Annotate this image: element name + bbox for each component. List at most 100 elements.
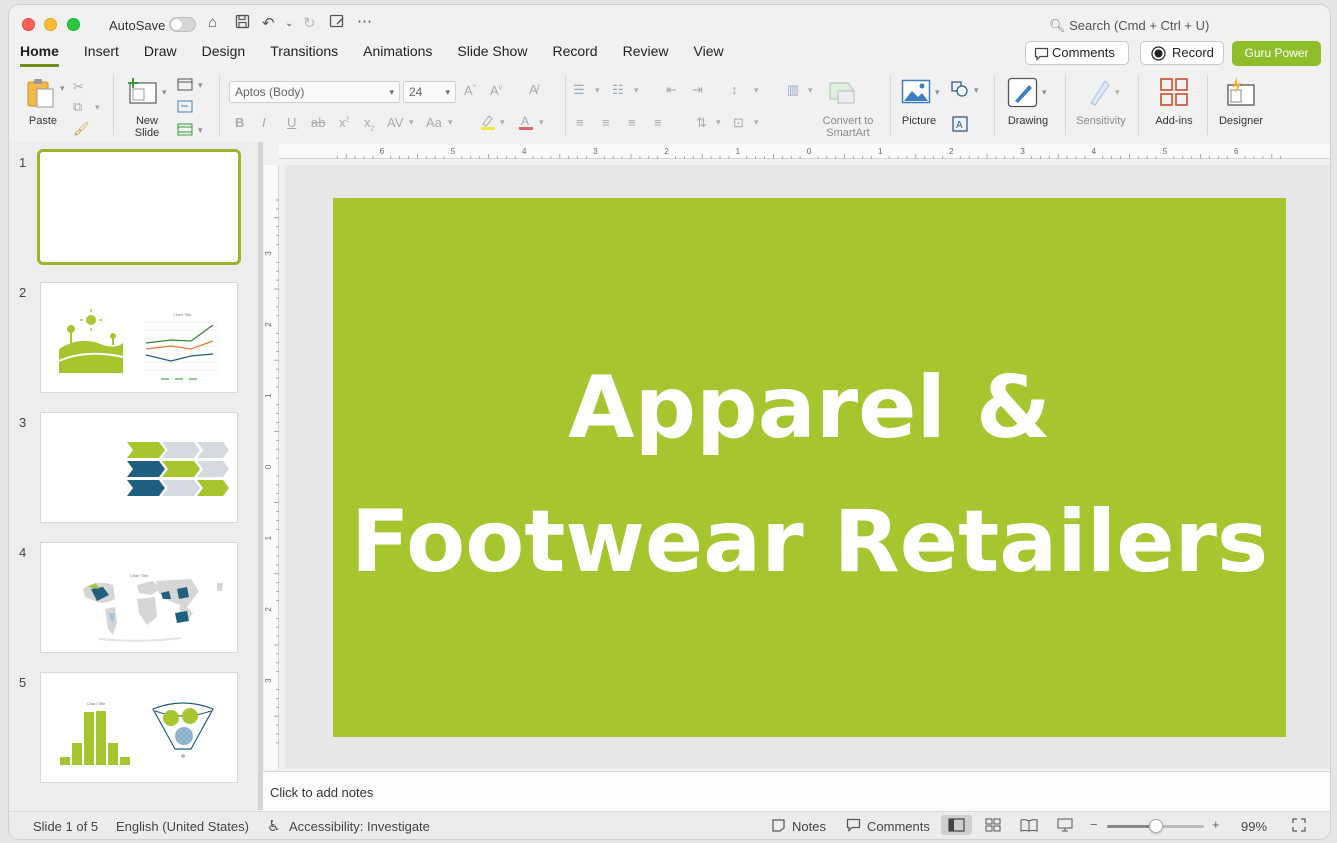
undo-dropdown-icon[interactable]: ⌄: [285, 18, 293, 29]
comment-icon[interactable]: [846, 818, 861, 835]
decrease-indent-icon[interactable]: ⇤: [666, 82, 677, 98]
align-text-icon[interactable]: ⊡: [733, 115, 744, 131]
tab-transitions[interactable]: Transitions: [270, 43, 338, 67]
font-size-combo[interactable]: 24 ▾: [403, 81, 456, 103]
tab-review[interactable]: Review: [623, 43, 669, 67]
tab-draw[interactable]: Draw: [144, 43, 177, 67]
bullets-dropdown-icon[interactable]: ▾: [595, 85, 600, 96]
tab-record[interactable]: Record: [552, 43, 597, 67]
picture-dropdown-icon[interactable]: ▾: [935, 87, 940, 98]
align-right-icon[interactable]: ≡: [628, 115, 636, 130]
accessibility-icon[interactable]: ♿︎: [267, 817, 280, 835]
drawing-dropdown-icon[interactable]: ▾: [1042, 87, 1047, 98]
align-left-icon[interactable]: ≡: [576, 115, 584, 130]
picture-button[interactable]: Picture: [899, 77, 943, 129]
tab-view[interactable]: View: [694, 43, 724, 67]
paste-button[interactable]: Paste: [23, 77, 63, 129]
increase-font-icon[interactable]: A^: [464, 83, 476, 98]
align-center-icon[interactable]: ≡: [602, 115, 610, 130]
bullets-icon[interactable]: ☰: [573, 82, 585, 98]
normal-view-button[interactable]: [941, 815, 972, 835]
bold-icon[interactable]: B: [235, 115, 244, 130]
tab-home[interactable]: Home: [20, 43, 59, 67]
font-color-dropdown-icon[interactable]: ▾: [539, 117, 544, 128]
minimize-window-button[interactable]: [44, 18, 57, 31]
accessibility-status[interactable]: Accessibility: Investigate: [289, 819, 430, 834]
text-direction-dropdown-icon[interactable]: ▾: [716, 117, 721, 128]
layout-icon[interactable]: [177, 78, 193, 94]
columns-dropdown-icon[interactable]: ▾: [808, 85, 813, 96]
justify-icon[interactable]: ≡: [654, 115, 662, 130]
more-options-icon[interactable]: ⋯: [357, 12, 372, 30]
paste-dropdown-icon[interactable]: ▾: [60, 83, 65, 94]
slideshow-icon[interactable]: [1057, 818, 1073, 835]
cut-icon[interactable]: ✂: [73, 79, 84, 95]
slide-title[interactable]: Apparel & Footwear Retailers: [333, 341, 1286, 609]
align-text-dropdown-icon[interactable]: ▾: [754, 117, 759, 128]
decrease-font-icon[interactable]: Av: [490, 83, 502, 98]
reading-view-icon[interactable]: [1020, 818, 1038, 835]
slide-thumbnail-2[interactable]: Chart Title: [40, 282, 238, 393]
reset-icon[interactable]: [177, 100, 193, 116]
zoom-slider-thumb[interactable]: [1148, 819, 1163, 833]
line-spacing-dropdown-icon[interactable]: ▾: [754, 85, 759, 96]
slide-thumbnail-3[interactable]: [40, 412, 238, 523]
sensitivity-dropdown-icon[interactable]: ▾: [1115, 87, 1120, 98]
copy-icon[interactable]: ⧉: [73, 99, 82, 115]
comments-toggle[interactable]: Comments: [867, 819, 930, 834]
strikethrough-icon[interactable]: ab: [311, 115, 325, 130]
slide-thumbnail-1[interactable]: [37, 149, 241, 265]
numbering-icon[interactable]: ☷: [612, 82, 624, 98]
comments-button[interactable]: Comments: [1025, 41, 1129, 65]
text-box-icon[interactable]: A: [952, 116, 968, 135]
zoom-window-button[interactable]: [67, 18, 80, 31]
autosave-toggle[interactable]: [169, 17, 196, 32]
current-slide[interactable]: Apparel & Footwear Retailers: [333, 198, 1286, 737]
columns-icon[interactable]: ▥: [787, 82, 799, 98]
save-icon[interactable]: [235, 14, 250, 33]
highlight-icon[interactable]: [479, 113, 497, 134]
subscript-icon[interactable]: x2: [364, 115, 374, 133]
notes-toggle[interactable]: Notes: [792, 819, 826, 834]
italic-icon[interactable]: I: [262, 115, 266, 130]
underline-icon[interactable]: U: [287, 115, 296, 130]
tab-insert[interactable]: Insert: [84, 43, 119, 67]
character-spacing-icon[interactable]: AV: [387, 115, 403, 130]
home-icon[interactable]: ⌂: [208, 14, 217, 31]
notes-icon[interactable]: [771, 818, 786, 836]
convert-smartart-button[interactable]: Convert to SmartArt: [814, 77, 882, 139]
slide-sorter-icon[interactable]: [985, 818, 1001, 835]
present-icon[interactable]: [329, 14, 345, 33]
language-status[interactable]: English (United States): [116, 819, 249, 834]
line-spacing-icon[interactable]: ↕: [731, 82, 738, 97]
redo-icon[interactable]: ↻: [303, 14, 316, 32]
zoom-in-icon[interactable]: +: [1212, 817, 1220, 832]
record-button[interactable]: Record: [1140, 41, 1224, 65]
spacing-dropdown-icon[interactable]: ▾: [409, 117, 414, 128]
tab-slide-show[interactable]: Slide Show: [457, 43, 527, 67]
add-ins-button[interactable]: Add-ins: [1149, 77, 1199, 129]
fit-to-window-icon[interactable]: [1292, 818, 1306, 835]
zoom-out-icon[interactable]: −: [1090, 817, 1098, 832]
sensitivity-button[interactable]: Sensitivity: [1071, 77, 1131, 129]
search-box[interactable]: 🔍︎ Search (Cmd + Ctrl + U): [1049, 18, 1209, 34]
font-name-combo[interactable]: Aptos (Body) ▾: [229, 81, 400, 103]
copy-dropdown-icon[interactable]: ▾: [95, 102, 100, 113]
slide-thumbnail-4[interactable]: Chart Title: [40, 542, 238, 653]
shapes-dropdown-icon[interactable]: ▾: [974, 85, 979, 96]
designer-button[interactable]: Designer: [1213, 77, 1269, 129]
layout-dropdown-icon[interactable]: ▾: [198, 80, 203, 91]
zoom-level[interactable]: 99%: [1241, 819, 1267, 834]
highlight-dropdown-icon[interactable]: ▾: [500, 117, 505, 128]
tab-design[interactable]: Design: [202, 43, 246, 67]
tab-animations[interactable]: Animations: [363, 43, 432, 67]
new-slide-dropdown-icon[interactable]: ▾: [162, 87, 167, 98]
zoom-slider[interactable]: [1107, 819, 1204, 833]
guru-power-button[interactable]: Guru Power: [1232, 41, 1321, 66]
increase-indent-icon[interactable]: ⇥: [692, 82, 703, 98]
font-color-icon[interactable]: A: [517, 113, 535, 134]
slide-thumbnail-5[interactable]: Chart Title: [40, 672, 238, 783]
notes-pane[interactable]: Click to add notes: [263, 771, 1330, 811]
format-painter-icon[interactable]: 🖌︎: [73, 121, 90, 137]
section-icon[interactable]: [177, 123, 193, 139]
